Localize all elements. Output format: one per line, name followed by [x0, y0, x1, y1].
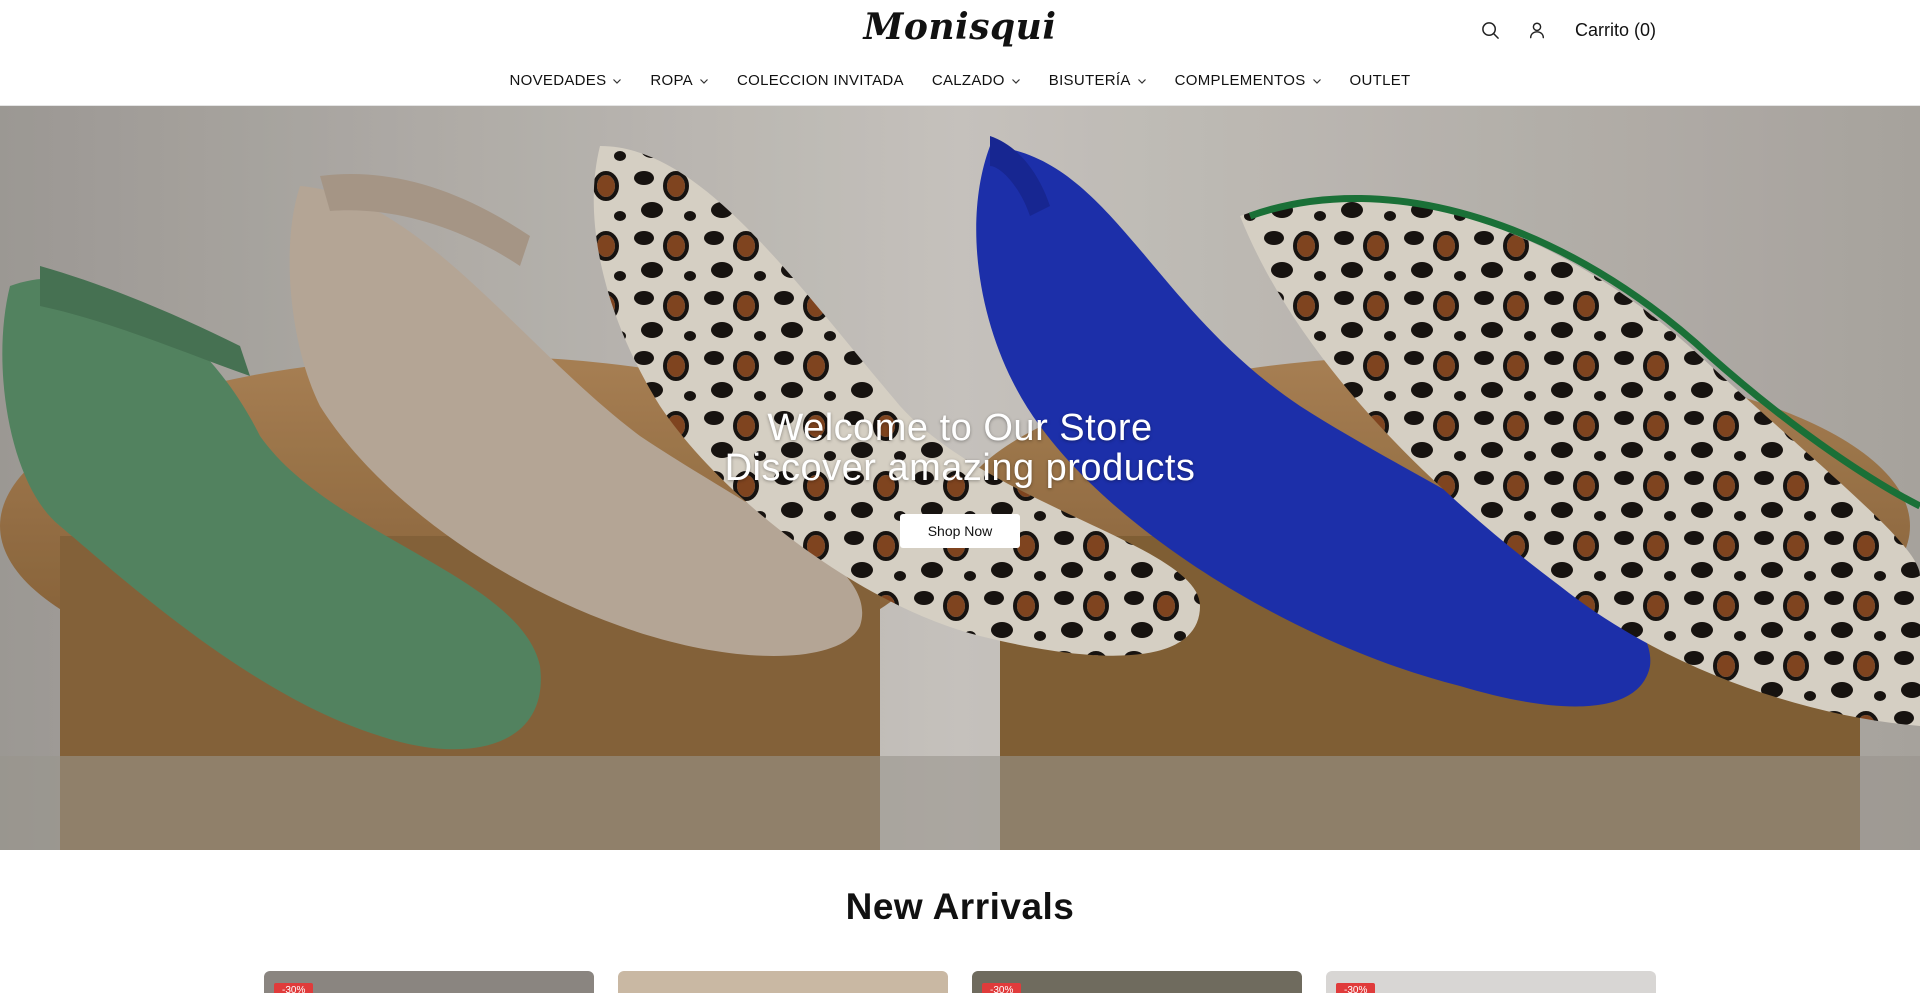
discount-badge: -30% [982, 983, 1022, 993]
nav-item-bisutería[interactable]: BISUTERÍA [1049, 72, 1147, 89]
nav-item-novedades[interactable]: NOVEDADES [510, 72, 623, 89]
nav-item-label: COMPLEMENTOS [1174, 72, 1306, 89]
discount-badge: -30% [1336, 983, 1376, 993]
product-grid: -30% -30% -30% [264, 971, 1656, 993]
nav-item-label: OUTLET [1349, 72, 1411, 89]
nav-item-coleccion-invitada[interactable]: COLECCION INVITADA [737, 72, 904, 89]
shop-now-button[interactable]: Shop Now [900, 514, 1020, 548]
nav-item-outlet[interactable]: OUTLET [1350, 72, 1411, 89]
header-actions: Carrito (0) [1479, 18, 1656, 42]
user-icon[interactable] [1525, 18, 1549, 42]
main-nav: NOVEDADES ROPA COLECCION INVITADA CALZADO BI… [0, 72, 1920, 89]
nav-item-label: COLECCION INVITADA [737, 72, 904, 89]
nav-item-label: ROPA [650, 72, 693, 89]
nav-item-ropa[interactable]: ROPA [650, 72, 709, 89]
product-card[interactable] [618, 971, 948, 993]
product-card[interactable]: -30% [1326, 971, 1656, 993]
hero-title: Welcome to Our Store [767, 407, 1153, 449]
search-icon[interactable] [1479, 18, 1503, 42]
hero-banner: Welcome to Our Store Discover amazing pr… [0, 106, 1920, 850]
chevron-down-icon [1312, 76, 1322, 86]
new-arrivals-title: New Arrivals [845, 886, 1075, 927]
nav-item-complementos[interactable]: COMPLEMENTOS [1175, 72, 1322, 89]
product-card[interactable]: -30% [972, 971, 1302, 993]
chevron-down-icon [612, 76, 622, 86]
nav-item-label: BISUTERÍA [1048, 72, 1131, 89]
nav-item-label: NOVEDADES [509, 72, 607, 89]
nav-item-calzado[interactable]: CALZADO [932, 72, 1021, 89]
chevron-down-icon [1011, 76, 1021, 86]
nav-item-label: CALZADO [931, 72, 1005, 89]
hero-subtitle: Discover amazing products [724, 447, 1196, 489]
site-header: Monisqui Carrito (0) NOVEDADES ROPA COLECC… [0, 0, 1920, 106]
chevron-down-icon [1137, 76, 1147, 86]
discount-badge: -30% [274, 983, 314, 993]
chevron-down-icon [699, 76, 709, 86]
product-card[interactable]: -30% [264, 971, 594, 993]
cart-link[interactable]: Carrito (0) [1575, 20, 1656, 41]
